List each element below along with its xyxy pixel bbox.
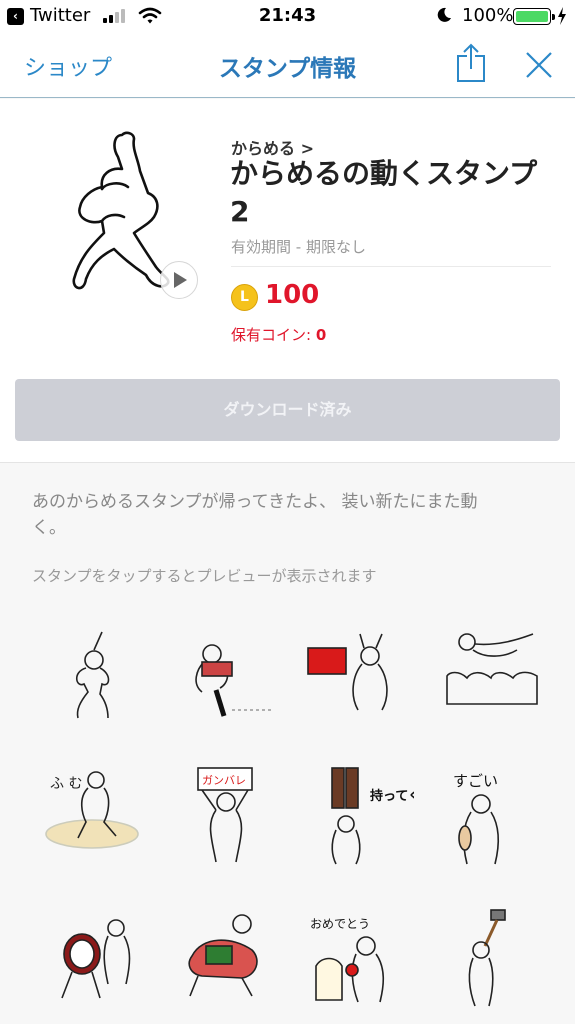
sticker-caption: 持ってくれ [370,788,414,804]
sticker-thumbnail[interactable]: ガンバレ [172,764,284,874]
sticker-thumbnail[interactable] [302,626,414,736]
preview-hint: スタンプをタップするとプレビューが表示されます [32,567,377,585]
sticker-caption: ふ む [50,776,82,792]
product-header: からめる > からめるの動くスタンプ 2 有効期間 - 期限なし L 100 保… [0,99,575,463]
share-icon[interactable] [455,42,487,84]
product-title: からめるの動くスタンプ 2 [230,157,538,228]
sticker-thumbnail[interactable] [42,626,154,736]
price: 100 [265,280,320,310]
sticker-thumbnail[interactable] [42,906,154,1016]
sticker-thumbnail[interactable]: おめでとう [302,906,414,1016]
play-animation-button[interactable] [160,261,198,299]
status-bar: ‹ Twitter 21:43 100% [0,0,575,32]
sticker-thumbnail[interactable]: ふ む [42,764,154,874]
charging-bolt-icon [558,7,566,25]
validity-period: 有効期間 - 期限なし [231,238,366,256]
description-text: あのからめるスタンプが帰ってきたよ、 装い新たにまた動く。 [32,492,478,538]
battery-icon [513,8,555,25]
close-icon[interactable] [524,50,554,80]
owned-coins-value: 0 [315,326,327,344]
sticker-grid: ふ む ガンバレ 持ってくれ すごい おめでとう [32,616,552,1024]
play-icon [174,272,187,288]
sticker-thumbnail[interactable]: 持ってくれ [302,764,414,874]
sticker-thumbnail[interactable] [172,626,284,736]
owned-coins-label: 保有コイン: [231,326,316,344]
battery-percentage: 100% [462,5,514,26]
sticker-caption: ガンバレ [202,774,246,787]
sticker-caption: すごい [453,772,498,790]
owned-coins: 保有コイン: 0 [231,324,326,345]
sticker-thumbnail[interactable] [437,626,549,736]
divider [231,266,551,267]
navigation-bar: ショップ スタンプ情報 [0,32,575,98]
page-title: スタンプ情報 [218,56,357,82]
line-coin-icon: L [231,284,258,311]
sticker-thumbnail[interactable] [172,906,284,1016]
downloaded-button[interactable]: ダウンロード済み [15,379,560,441]
do-not-disturb-moon-icon [437,7,451,22]
sticker-thumbnail[interactable] [437,906,549,1016]
sticker-caption: おめでとう [310,917,370,931]
sticker-thumbnail[interactable]: すごい [437,764,549,874]
